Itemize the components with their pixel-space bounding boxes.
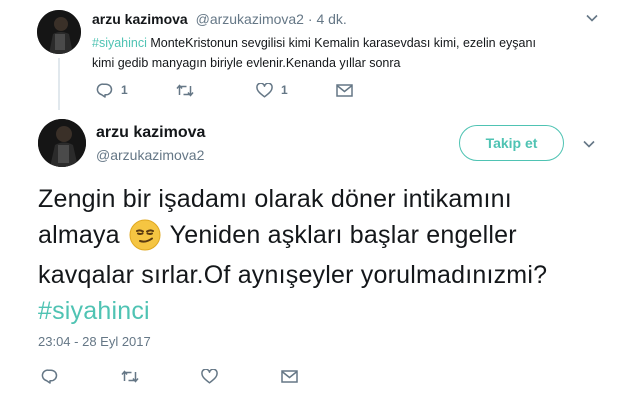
heart-icon [256,82,273,98]
retweet-icon [176,83,194,97]
reply-tweet-text: #siyahinci MonteKristonun sevgilisi kimi… [92,33,536,73]
reply-text-line1: MonteKristonun sevgilisi kimi Kemalin ka… [146,36,536,50]
like-count: 1 [281,83,288,97]
reply-button[interactable]: 1 [96,82,128,98]
avatar[interactable] [38,119,86,167]
main-tweet-text: Zengin bir işadamı olarak döner intikamı… [38,181,547,329]
retweet-button[interactable] [176,83,202,97]
smirking-face-emoji [129,219,161,251]
reply-icon [96,82,113,98]
reply-text-line2: kimi gedib manyagın biriyle evlenir.Kena… [92,56,401,70]
main-text-line2: almaya Yeniden aşkları başlar engeller [38,217,547,253]
main-text-line2-start: almaya [38,221,127,249]
reply-caret-button[interactable] [586,14,598,22]
hashtag-link[interactable]: #siyahinci [38,293,547,329]
tweet-timestamp[interactable]: 23:04 - 28 Eyl 2017 [38,334,151,349]
author-handle[interactable]: @arzukazimova2 [196,11,304,27]
retweet-icon [121,369,139,383]
hashtag-link[interactable]: #siyahinci [92,36,147,50]
thread-line [58,58,60,110]
reply-button[interactable] [41,368,58,384]
envelope-icon [336,83,353,97]
dm-button[interactable] [336,83,353,97]
tweet-age[interactable]: 4 dk. [316,11,346,27]
retweet-button[interactable] [121,369,139,383]
author-name[interactable]: arzu kazimova [96,124,205,142]
separator-dot: · [307,11,313,27]
main-text-line2-end: Yeniden aşkları başlar engeller [162,221,517,249]
chevron-down-icon [583,140,595,148]
reply-tweet-header: arzu kazimova @arzukazimova2 · 4 dk. [92,11,347,27]
dm-button[interactable] [281,369,298,383]
main-text-line3: kavqalar sırlar.Of aynışeyler yorulmadın… [38,261,548,289]
reply-icon [41,368,58,384]
heart-icon [201,368,218,384]
envelope-icon [281,369,298,383]
like-button[interactable]: 1 [256,82,288,98]
main-caret-button[interactable] [583,140,595,148]
follow-button[interactable]: Takip et [459,125,564,161]
like-button[interactable] [201,368,218,384]
main-text-line1: Zengin bir işadamı olarak döner intikamı… [38,185,512,213]
author-handle[interactable]: @arzukazimova2 [96,147,204,163]
avatar[interactable] [37,10,81,54]
author-name[interactable]: arzu kazimova [92,11,188,27]
reply-count: 1 [121,83,128,97]
chevron-down-icon [586,14,598,22]
